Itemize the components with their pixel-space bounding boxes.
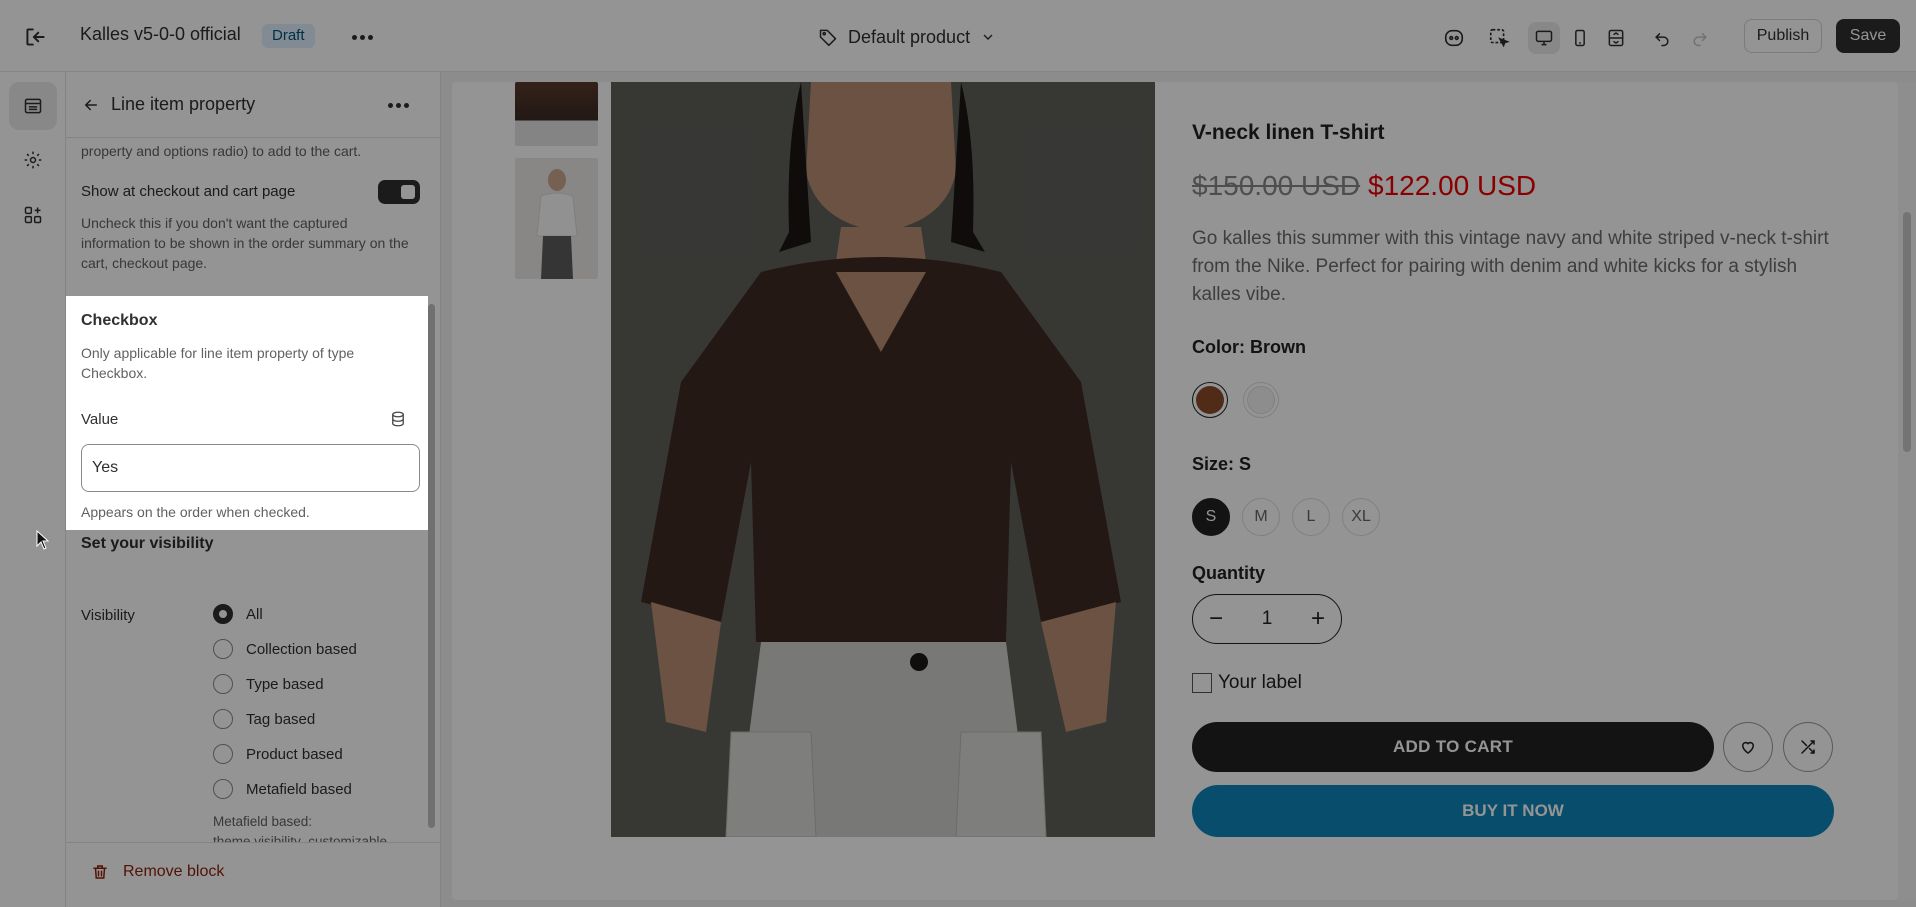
template-name: Default product [848,26,971,47]
quantity-value[interactable]: 1 [1262,608,1273,630]
remove-block-button[interactable]: Remove block [91,863,224,881]
radio-button[interactable] [213,604,233,624]
panel-header: Line item property [66,72,440,138]
compare-price: $150.00 USD [1192,170,1361,201]
visibility-option-tag[interactable]: Tag based [213,709,315,729]
quantity-label: Quantity [1192,563,1266,583]
checkbox-settings-card: Checkbox Only applicable for line item p… [66,296,428,530]
compare-shuffle-icon[interactable] [1783,722,1833,772]
visibility-title: Set your visibility [81,535,214,552]
color-swatch-brown[interactable] [1192,382,1228,418]
intro-help-text: property and options radio) to add to th… [81,143,362,159]
color-swatch-white[interactable] [1243,382,1279,418]
visibility-option-collection[interactable]: Collection based [213,639,357,659]
sections-icon[interactable] [9,82,57,130]
panel-scrollbar[interactable] [428,304,435,828]
panel-footer: Remove block [66,842,440,907]
preview-scrollbar[interactable] [1898,82,1916,900]
buy-it-now-button[interactable]: BUY IT NOW [1192,785,1834,837]
radio-button[interactable] [213,639,233,659]
radio-button[interactable] [213,674,233,694]
back-arrow-icon[interactable] [78,92,104,118]
radio-button[interactable] [213,744,233,764]
more-actions-icon[interactable] [348,24,376,50]
sale-price: $122.00 USD [1368,170,1537,201]
editor-topbar: Kalles v5-0-0 official Draft Default pro… [0,0,1916,72]
visibility-option-all[interactable]: All [213,604,263,624]
apps-icon[interactable] [9,191,57,239]
checkbox-section-help: Only applicable for line item property o… [81,345,355,381]
size-label: Size: S [1192,454,1252,474]
redo-icon[interactable] [1684,22,1716,54]
theme-settings-icon[interactable] [9,136,57,184]
value-label: Value [81,411,119,428]
show-checkout-help: Uncheck this if you don't want the captu… [81,215,409,271]
store-name: Kalles v5-0-0 official [80,24,241,44]
minus-icon[interactable]: − [1209,607,1223,631]
trash-icon [93,865,107,879]
line-item-checkbox[interactable]: Your label [1192,672,1302,694]
visibility-option-metafield[interactable]: Metafield based [213,779,352,799]
full-width-view-icon[interactable] [1600,22,1632,54]
add-to-cart-button[interactable]: ADD TO CART [1192,722,1714,772]
size-option-xl[interactable]: XL [1342,498,1380,536]
product-thumbnail[interactable] [515,82,598,146]
checkbox[interactable] [1192,673,1212,693]
status-badge: Draft [262,24,315,48]
visibility-option-product[interactable]: Product based [213,744,343,764]
visibility-label: Visibility [81,607,135,624]
save-button[interactable]: Save [1836,19,1900,53]
tag-icon [819,29,837,47]
editor-rail [0,72,66,907]
size-option-m[interactable]: M [1242,498,1280,536]
inspector-icon[interactable] [1483,22,1515,54]
product-description: Go kalles this summer with this vintage … [1192,228,1829,305]
visibility-option-type[interactable]: Type based [213,674,324,694]
radio-button[interactable] [213,709,233,729]
quantity-stepper: − 1 + [1192,594,1342,644]
show-checkout-toggle[interactable] [378,180,420,204]
chevron-down-icon [983,34,993,40]
value-help: Appears on the order when checked. [81,504,310,520]
wishlist-heart-icon[interactable] [1723,722,1773,772]
desktop-view-icon[interactable] [1528,22,1560,54]
checkbox-section-title: Checkbox [81,312,158,329]
block-more-icon[interactable] [384,92,412,118]
ai-sidekick-icon[interactable] [1438,22,1470,54]
product-main-image[interactable] [611,82,1155,837]
checkbox-label: Your label [1218,672,1302,693]
exit-icon[interactable] [22,24,48,50]
product-title: V-neck linen T-shirt [1192,121,1385,144]
mobile-view-icon[interactable] [1564,22,1596,54]
panel-title: Line item property [111,94,256,114]
plus-icon[interactable]: + [1311,607,1325,631]
mouse-cursor-icon [36,529,50,555]
show-checkout-label: Show at checkout and cart page [81,183,296,200]
publish-button[interactable]: Publish [1744,19,1822,53]
template-selector[interactable]: Default product [818,22,996,52]
size-option-s[interactable]: S [1192,498,1230,536]
dynamic-source-icon[interactable] [389,410,407,433]
undo-icon[interactable] [1646,22,1678,54]
color-label: Color: Brown [1192,337,1306,357]
value-input[interactable] [81,444,420,492]
product-thumbnail[interactable] [515,158,598,279]
size-option-l[interactable]: L [1292,498,1330,536]
radio-button[interactable] [213,779,233,799]
